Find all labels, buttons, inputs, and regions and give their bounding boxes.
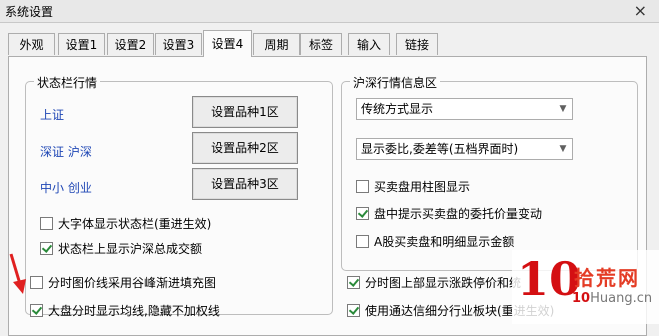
- display-mode-value: 传统方式显示: [361, 102, 434, 116]
- red-arrow-icon: [9, 253, 26, 294]
- checkbox-box[interactable]: [347, 276, 360, 289]
- tab-strip: 外观 设置1 设置2 设置3 设置4 周期 标签 输入 链接: [8, 30, 648, 57]
- a-share-amount-checkbox[interactable]: A股买卖盘和明细显示金额: [356, 234, 514, 250]
- market-label-3: 中小 创业: [40, 181, 92, 195]
- checkbox-box[interactable]: [30, 304, 43, 317]
- tab-link[interactable]: 链接: [396, 33, 438, 55]
- watermark-text: 拾荒网: [574, 266, 640, 290]
- checkbox-label: 大字体显示状态栏(重进生效): [58, 217, 212, 231]
- checkbox-box[interactable]: [356, 180, 369, 193]
- set-zone3-button[interactable]: 设置品种3区: [192, 168, 298, 200]
- checkbox-label: 大盘分时显示均线,隐藏不加权线: [48, 304, 220, 318]
- title-bar: 系统设置 ×: [0, 0, 659, 23]
- market-label-1: 上证: [40, 108, 65, 122]
- order-change-alert-checkbox[interactable]: 盘中提示买卖盘的委托价量变动: [356, 206, 542, 222]
- tab-labels[interactable]: 标签: [300, 33, 342, 55]
- watermark-domain-rest: Huang.cn: [590, 291, 653, 306]
- hushen-info-group-legend: 沪深行情信息区: [350, 74, 441, 91]
- limit-price-display-checkbox[interactable]: 分时图上部显示涨跌停价和统: [347, 275, 521, 291]
- order-ratio-select[interactable]: 显示委比,委差等(五档界面时) ▼: [356, 138, 573, 160]
- market-label-2: 深证 沪深: [40, 145, 92, 159]
- chevron-down-icon[interactable]: ▼: [553, 99, 572, 119]
- close-icon[interactable]: ×: [634, 1, 647, 20]
- window-title: 系统设置: [5, 5, 54, 19]
- tab-input[interactable]: 输入: [348, 33, 390, 55]
- checkbox-box[interactable]: [40, 217, 53, 230]
- chevron-down-icon[interactable]: ▼: [553, 139, 572, 159]
- status-bar-group-legend: 状态栏行情: [34, 74, 101, 91]
- bid-ask-bar-chart-checkbox[interactable]: 买卖盘用柱图显示: [356, 179, 470, 195]
- tab-settings1[interactable]: 设置1: [58, 33, 105, 55]
- checkbox-box[interactable]: [40, 242, 53, 255]
- set-zone1-button[interactable]: 设置品种1区: [192, 96, 298, 128]
- tab-period[interactable]: 周期: [253, 33, 300, 55]
- checkbox-label: 分时图上部显示涨跌停价和统: [365, 276, 522, 290]
- show-total-volume-checkbox[interactable]: 状态栏上显示沪深总成交额: [40, 241, 202, 257]
- checkbox-label: 买卖盘用柱图显示: [374, 180, 471, 194]
- tab-settings4[interactable]: 设置4: [203, 30, 252, 57]
- checkbox-box[interactable]: [356, 235, 369, 248]
- checkbox-box[interactable]: [347, 304, 360, 317]
- tab-settings2[interactable]: 设置2: [107, 33, 154, 55]
- checkbox-box[interactable]: [30, 276, 43, 289]
- checkbox-box[interactable]: [356, 207, 369, 220]
- tab-appearance[interactable]: 外观: [8, 33, 55, 55]
- checkbox-label: 盘中提示买卖盘的委托价量变动: [374, 207, 543, 221]
- checkbox-label: A股买卖盘和明细显示金额: [374, 235, 515, 249]
- index-average-line-checkbox[interactable]: 大盘分时显示均线,隐藏不加权线: [30, 303, 220, 319]
- set-zone2-button[interactable]: 设置品种2区: [192, 132, 298, 164]
- watermark-domain: 10Huang.cn: [572, 291, 652, 306]
- valley-peak-fill-checkbox[interactable]: 分时图价线采用谷峰渐进填充图: [30, 275, 216, 291]
- watermark-domain-prefix: 10: [572, 291, 591, 306]
- hushen-info-group: 沪深行情信息区 传统方式显示 ▼ 显示委比,委差等(五档界面时) ▼ 买卖盘用柱…: [341, 74, 638, 271]
- large-font-status-checkbox[interactable]: 大字体显示状态栏(重进生效): [40, 216, 211, 232]
- watermark: 10 拾荒网 10Huang.cn: [512, 250, 659, 324]
- checkbox-label: 状态栏上显示沪深总成交额: [58, 242, 203, 256]
- order-ratio-value: 显示委比,委差等(五档界面时): [361, 142, 519, 156]
- checkbox-label: 分时图价线采用谷峰渐进填充图: [48, 276, 217, 290]
- tab-settings3[interactable]: 设置3: [155, 33, 202, 55]
- display-mode-select[interactable]: 传统方式显示 ▼: [356, 98, 573, 120]
